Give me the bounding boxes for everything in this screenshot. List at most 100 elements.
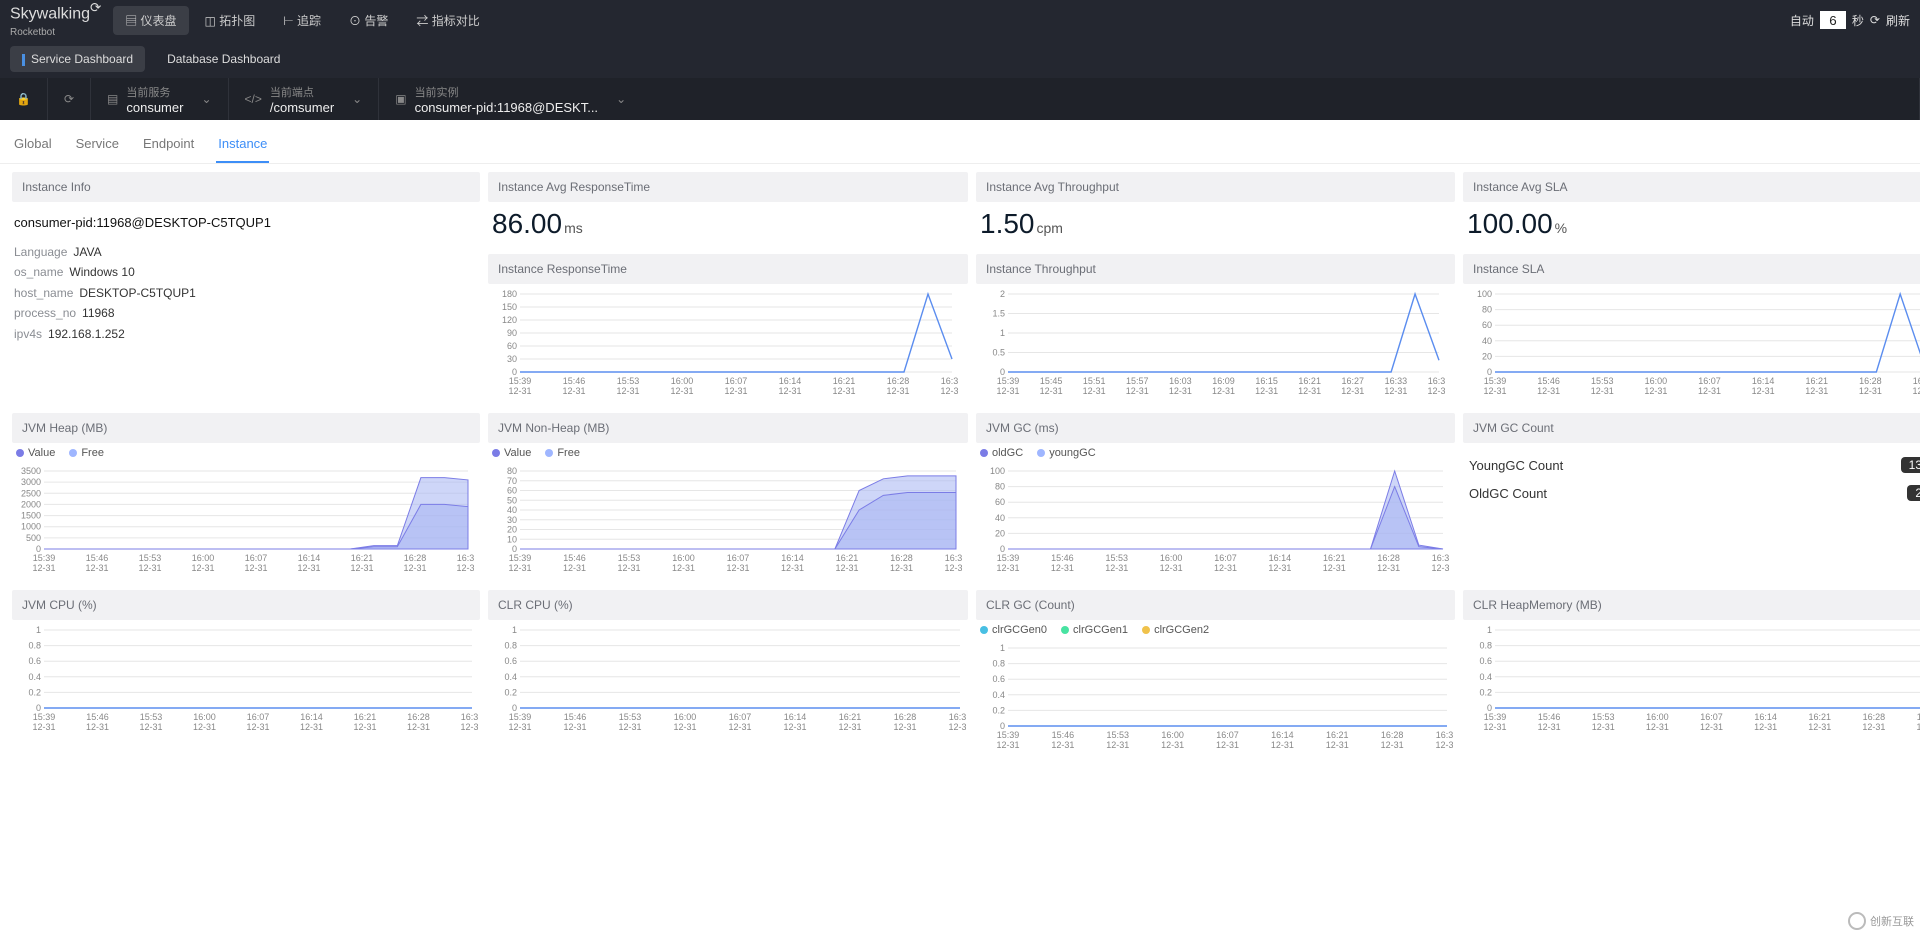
subtab-global[interactable]: Global (12, 130, 54, 163)
svg-text:15:46: 15:46 (563, 553, 586, 563)
svg-text:12-31: 12-31 (670, 386, 693, 396)
svg-text:1000: 1000 (21, 522, 41, 532)
svg-text:12-31: 12-31 (1483, 386, 1506, 396)
card-title: JVM GC (ms) (976, 413, 1455, 443)
card-title: Instance Avg SLA (1463, 172, 1920, 202)
svg-text:500: 500 (26, 533, 41, 543)
svg-text:16:15: 16:15 (1255, 376, 1278, 386)
svg-text:12-31: 12-31 (1537, 386, 1560, 396)
topnav-item[interactable]: ⇄ 指标对比 (404, 6, 491, 35)
lock-button[interactable]: 🔒 (0, 78, 48, 120)
svg-text:1: 1 (36, 625, 41, 635)
svg-text:16:07: 16:07 (729, 712, 752, 722)
svg-text:12-31: 12-31 (1216, 740, 1239, 750)
endpoint-selector[interactable]: </> 当前端点/comsumer ⌄ (229, 78, 380, 120)
card-title: Instance Avg Throughput (976, 172, 1455, 202)
svg-text:16:09: 16:09 (1212, 376, 1235, 386)
reload-button[interactable]: ⟳ (48, 78, 91, 120)
chart-clrcpu: 00.20.40.60.8115:3912-3115:4612-3115:531… (488, 620, 968, 741)
svg-text:0.2: 0.2 (1479, 687, 1492, 697)
svg-text:12-31: 12-31 (562, 386, 585, 396)
svg-text:16:07: 16:07 (247, 712, 270, 722)
instance-selector[interactable]: ▣ 当前实例consumer-pid:11968@DESKT... ⌄ (379, 78, 1920, 120)
subtab-instance[interactable]: Instance (216, 130, 269, 163)
svg-text:16:33: 16:33 (1385, 376, 1408, 386)
svg-text:15:46: 15:46 (1052, 730, 1075, 740)
svg-text:16:28: 16:28 (1863, 712, 1886, 722)
svg-text:12-31: 12-31 (1161, 740, 1184, 750)
svg-text:12-31: 12-31 (1051, 563, 1074, 573)
svg-text:12-31: 12-31 (1040, 386, 1063, 396)
svg-text:12-31: 12-31 (1646, 722, 1669, 732)
svg-text:12-31: 12-31 (350, 563, 373, 573)
svg-text:16:28: 16:28 (1377, 553, 1400, 563)
svg-text:15:46: 15:46 (1538, 712, 1561, 722)
dashboard-tab[interactable]: Database Dashboard (155, 46, 292, 72)
svg-text:16:35: 16:35 (461, 712, 478, 722)
svg-text:0.4: 0.4 (992, 690, 1005, 700)
dashboard-tab[interactable]: Service Dashboard (10, 46, 145, 72)
svg-text:16:39: 16:39 (1428, 376, 1445, 386)
oldgc-row: OldGC Count2 (1465, 479, 1920, 507)
svg-text:12-31: 12-31 (1160, 563, 1183, 573)
svg-text:12-31: 12-31 (85, 563, 108, 573)
refresh-icon[interactable]: ⟳ (1870, 13, 1880, 27)
svg-text:12-31: 12-31 (996, 563, 1019, 573)
chart-sla: 02040608010015:3912-3115:4612-3115:5312-… (1463, 284, 1920, 405)
svg-text:15:53: 15:53 (1105, 553, 1128, 563)
svg-text:16:03: 16:03 (1169, 376, 1192, 386)
service-selector[interactable]: ▤ 当前服务consumer ⌄ (91, 78, 228, 120)
card-title: CLR GC (Count) (976, 590, 1455, 620)
refresh-label[interactable]: 刷新 (1886, 12, 1910, 29)
auto-label: 自动 (1790, 12, 1814, 29)
svg-text:12-31: 12-31 (832, 386, 855, 396)
svg-text:16:28: 16:28 (890, 553, 913, 563)
svg-text:12-31: 12-31 (1805, 386, 1828, 396)
topnav-item[interactable]: ◫ 拓扑图 (193, 6, 268, 35)
topnav-item[interactable]: ▤ 仪表盘 (113, 6, 188, 35)
svg-text:12-31: 12-31 (726, 563, 749, 573)
subtab-endpoint[interactable]: Endpoint (141, 130, 196, 163)
avg-responsetime-value: 86.00ms (488, 202, 968, 246)
svg-text:12-31: 12-31 (1105, 563, 1128, 573)
svg-text:16:28: 16:28 (887, 376, 910, 386)
svg-text:12-31: 12-31 (1591, 386, 1614, 396)
svg-text:12-31: 12-31 (1483, 722, 1506, 732)
card-title: JVM GC Count (1463, 413, 1920, 443)
svg-text:16:00: 16:00 (1161, 730, 1184, 740)
svg-text:16:07: 16:07 (725, 376, 748, 386)
topnav-item[interactable]: ⊢ 追踪 (271, 6, 333, 35)
svg-text:50: 50 (507, 495, 517, 505)
card-title: CLR HeapMemory (MB) (1463, 590, 1920, 620)
svg-text:15:39: 15:39 (509, 553, 532, 563)
svg-text:12-31: 12-31 (724, 386, 747, 396)
svg-text:0.4: 0.4 (504, 672, 517, 682)
svg-text:16:14: 16:14 (1754, 712, 1777, 722)
svg-text:15:46: 15:46 (1537, 376, 1560, 386)
svg-text:12-31: 12-31 (246, 722, 269, 732)
svg-text:150: 150 (502, 302, 517, 312)
svg-text:12-31: 12-31 (32, 722, 55, 732)
svg-text:15:53: 15:53 (1592, 712, 1615, 722)
svg-text:15:39: 15:39 (997, 376, 1020, 386)
svg-text:60: 60 (507, 486, 517, 496)
svg-text:16:21: 16:21 (1298, 376, 1321, 386)
svg-text:15:53: 15:53 (1591, 376, 1614, 386)
svg-text:12-31: 12-31 (1435, 740, 1453, 750)
svg-text:12-31: 12-31 (1271, 740, 1294, 750)
svg-text:12-31: 12-31 (616, 386, 639, 396)
svg-text:15:39: 15:39 (33, 553, 56, 563)
svg-text:12-31: 12-31 (1431, 563, 1449, 573)
svg-text:16:07: 16:07 (1216, 730, 1239, 740)
svg-text:15:46: 15:46 (1051, 553, 1074, 563)
svg-text:16:28: 16:28 (894, 712, 917, 722)
svg-text:0.8: 0.8 (992, 659, 1005, 669)
svg-text:1: 1 (512, 625, 517, 635)
subtab-service[interactable]: Service (74, 130, 121, 163)
refresh-seconds-input[interactable] (1820, 11, 1846, 29)
topnav-item[interactable]: ⊙ 告警 (337, 6, 400, 35)
svg-text:16:35: 16:35 (941, 376, 958, 386)
svg-text:16:35: 16:35 (1432, 553, 1449, 563)
svg-text:12-31: 12-31 (508, 386, 531, 396)
svg-text:20: 20 (507, 525, 517, 535)
